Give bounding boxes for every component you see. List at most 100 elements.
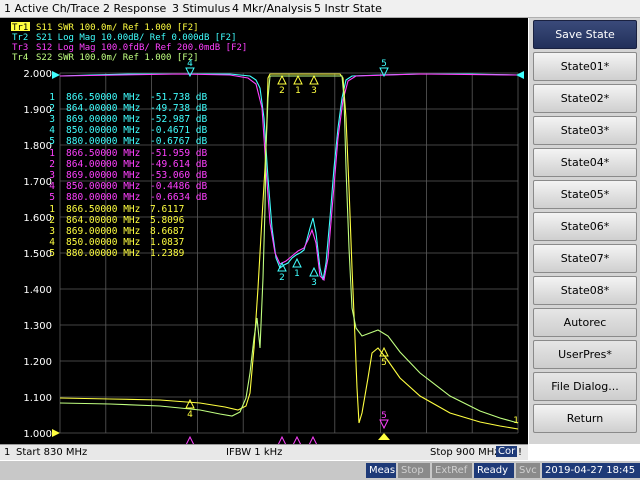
y-tick-label: 1.700 bbox=[23, 177, 52, 188]
marker-readout-cell: -49.614 dB bbox=[150, 159, 207, 170]
y-tick-label: 1.600 bbox=[23, 213, 52, 224]
marker-readout-cell: 3 bbox=[49, 170, 55, 181]
softkey-return[interactable]: Return bbox=[533, 404, 637, 433]
stop-frequency[interactable]: Stop 900 MHz bbox=[430, 447, 500, 458]
softkey-state02[interactable]: State02* bbox=[533, 84, 637, 113]
marker-readout-cell: 869.00000 MHz bbox=[66, 226, 140, 237]
y-tick-label: 2.000 bbox=[23, 69, 52, 80]
y-tick-label: 1.800 bbox=[23, 141, 52, 152]
softkey-state08[interactable]: State08* bbox=[533, 276, 637, 305]
softkey-panel: Save State State01* State02* State03* State0… bbox=[529, 18, 640, 444]
softkey-state03[interactable]: State03* bbox=[533, 116, 637, 145]
marker-5-tr1-label: 5 bbox=[381, 358, 387, 368]
menu-active-ch-trace[interactable]: 1 Active Ch/Trace bbox=[4, 2, 100, 15]
softkey-userpres[interactable]: UserPres* bbox=[533, 340, 637, 369]
y-tick-label: 1.200 bbox=[23, 357, 52, 368]
trace-tag[interactable]: Tr4 bbox=[12, 53, 28, 63]
ifbw[interactable]: IFBW 1 kHz bbox=[226, 447, 282, 458]
marker-readout-cell: 4 bbox=[49, 237, 55, 248]
marker-readout-cell: 1.0837 bbox=[150, 237, 184, 248]
menu-mkr-analysis[interactable]: 4 Mkr/Analysis bbox=[232, 2, 312, 15]
softkey-state06[interactable]: State06* bbox=[533, 212, 637, 241]
marker-readout-cell: 5 bbox=[49, 192, 55, 203]
softkey-autorec[interactable]: Autorec bbox=[533, 308, 637, 337]
marker-readout-cell: 3 bbox=[49, 114, 55, 125]
start-frequency[interactable]: Start 830 MHz bbox=[16, 447, 87, 458]
marker-readout-cell: 864.00000 MHz bbox=[66, 103, 140, 114]
marker-readout-cell: 1 bbox=[49, 92, 55, 103]
trace-description: S12 Log Mag 100.0fdB/ Ref 200.0mdB [F2] bbox=[36, 43, 247, 53]
marker-1-tr2-label: 1 bbox=[294, 269, 300, 279]
softkey-state07[interactable]: State07* bbox=[533, 244, 637, 273]
marker-readout-cell: 850.00000 MHz bbox=[66, 237, 140, 248]
marker-readout-cell: 2 bbox=[49, 103, 55, 114]
y-tick-label: 1.900 bbox=[23, 105, 52, 116]
y-tick-label: 1.100 bbox=[23, 393, 52, 404]
marker-readout-cell: 866.50000 MHz bbox=[66, 204, 140, 215]
trace-tag[interactable]: Tr1 bbox=[12, 23, 28, 33]
marker-4-tr2-label: 4 bbox=[187, 59, 193, 69]
y-tick-label: 1.400 bbox=[23, 285, 52, 296]
trace-description: S11 SWR 100.0m/ Ref 1.000 [F2] bbox=[36, 23, 199, 33]
softkey-state04[interactable]: State04* bbox=[533, 148, 637, 177]
marker-2-tr2-label: 2 bbox=[279, 273, 285, 283]
marker-readout-cell: 1 bbox=[49, 148, 55, 159]
softkey-save-state[interactable]: Save State bbox=[533, 20, 637, 49]
channel-status-bar: 1 Start 830 MHz IFBW 1 kHz Stop 900 MHz … bbox=[0, 444, 528, 460]
status-meas: Meas bbox=[366, 463, 396, 478]
softkey-state05[interactable]: State05* bbox=[533, 180, 637, 209]
marker-readout-cell: 5 bbox=[49, 248, 55, 259]
trace-tag[interactable]: Tr2 bbox=[12, 33, 28, 43]
warning-indicator: ! bbox=[518, 447, 523, 458]
menu-response[interactable]: 2 Response bbox=[103, 2, 166, 15]
marker-tables: 1 866.50000 MHz -51.738 dB 2 864.00000 MHz -4… bbox=[49, 92, 207, 259]
marker-readout-cell: 880.00000 MHz bbox=[66, 192, 140, 203]
measurement-display[interactable]: 2.000 1.900 1.800 1.700 1.600 1.500 1.400 1.300… bbox=[0, 18, 528, 444]
marker-readout-cell: -52.987 dB bbox=[150, 114, 207, 125]
marker-readout-cell: 866.50000 MHz bbox=[66, 148, 140, 159]
status-svc: Svc bbox=[516, 463, 540, 478]
menu-stimulus[interactable]: 3 Stimulus bbox=[172, 2, 230, 15]
y-tick-label: 1.300 bbox=[23, 321, 52, 332]
marker-readout-cell: 1.2389 bbox=[150, 248, 185, 259]
ref-marker-label: 1 bbox=[513, 416, 519, 426]
marker-readout-cell: 5 bbox=[49, 136, 55, 147]
marker-3-tr1-label: 3 bbox=[311, 86, 317, 96]
trace-description: S22 SWR 100.0m/ Ref 1.000 [F2] bbox=[36, 53, 199, 63]
channel-number: 1 bbox=[4, 447, 11, 458]
marker-readout-cell: -51.738 dB bbox=[150, 92, 207, 103]
trace-tag[interactable]: Tr3 bbox=[12, 43, 28, 53]
marker-readout-cell: 864.00000 MHz bbox=[66, 215, 140, 226]
marker-readout-cell: 4 bbox=[49, 125, 55, 136]
marker-readout-cell: 1 bbox=[49, 204, 55, 215]
marker-5-tr2-label: 5 bbox=[381, 59, 387, 69]
menu-instr-state[interactable]: 5 Instr State bbox=[314, 2, 382, 15]
marker-readout-cell: -0.6767 dB bbox=[150, 136, 207, 147]
marker-readout-cell: 8.6687 bbox=[150, 226, 184, 237]
marker-readout-cell: 2 bbox=[49, 159, 55, 170]
y-tick-label: 1.000 bbox=[23, 429, 52, 440]
softkey-state01[interactable]: State01* bbox=[533, 52, 637, 81]
marker-readout-cell: -0.6634 dB bbox=[150, 192, 207, 203]
marker-readout-cell: 4 bbox=[49, 181, 55, 192]
marker-readout-cell: 864.00000 MHz bbox=[66, 159, 140, 170]
marker-readout-cell: -53.060 dB bbox=[150, 170, 207, 181]
trace-plot[interactable]: 2.000 1.900 1.800 1.700 1.600 1.500 1.400 1.300… bbox=[0, 18, 528, 444]
correction-badge: Cor bbox=[496, 446, 518, 457]
status-ready: Ready bbox=[474, 463, 514, 478]
marker-4-tr1-label: 4 bbox=[187, 410, 193, 420]
marker-readout-cell: -0.4486 dB bbox=[150, 181, 207, 192]
marker-readout-cell: 869.00000 MHz bbox=[66, 114, 140, 125]
marker-readout-cell: -49.738 dB bbox=[150, 103, 207, 114]
marker-readout-cell: 3 bbox=[49, 226, 55, 237]
marker-1-tr1-label: 1 bbox=[295, 86, 301, 96]
marker-5-tr3-label: 5 bbox=[381, 411, 387, 421]
marker-readout-cell: 866.50000 MHz bbox=[66, 92, 140, 103]
marker-readout-cell: -0.4671 dB bbox=[150, 125, 207, 136]
instrument-status-bar: Meas Stop ExtRef Ready Svc 2019-04-27 18… bbox=[0, 461, 640, 480]
trace-description: S21 Log Mag 10.00dB/ Ref 0.000dB [F2] bbox=[36, 33, 236, 43]
marker-readout-cell: 880.00000 MHz bbox=[66, 136, 140, 147]
softkey-file-dialog[interactable]: File Dialog... bbox=[533, 372, 637, 401]
status-datetime: 2019-04-27 18:45 bbox=[542, 463, 640, 478]
marker-readout-cell: 7.6117 bbox=[150, 204, 184, 215]
